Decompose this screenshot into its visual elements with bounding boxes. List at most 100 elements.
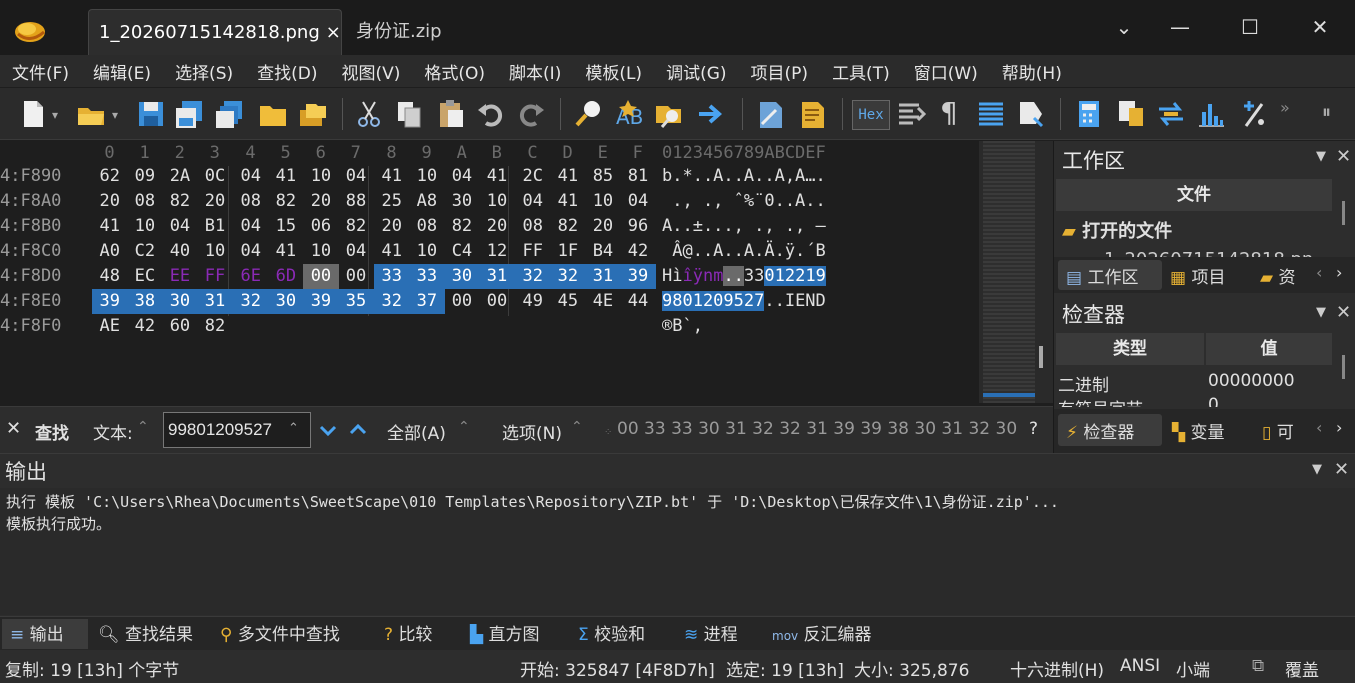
workspace-folders-icon[interactable] [298,98,328,130]
hex-byte[interactable]: 30 [162,289,198,314]
hex-byte[interactable]: 06 [303,214,339,239]
hex-text-row[interactable]: b.*..A..A..A,A…. [662,164,826,189]
status-mode[interactable]: 十六进制(H) [1010,656,1104,681]
redo-icon[interactable] [516,98,546,130]
menu-format[interactable]: 格式(O) [412,59,497,84]
hex-byte[interactable]: 32 [233,289,269,314]
workspace-scrollbar[interactable] [1342,201,1345,225]
hex-byte[interactable]: C2 [127,239,163,264]
tab-checksum[interactable]: Σ 校验和 [578,621,645,649]
hex-byte[interactable]: 60 [162,314,198,339]
hex-byte[interactable]: 00 [338,264,374,289]
folder-icon[interactable] [258,98,288,130]
menu-edit[interactable]: 编辑(E) [81,59,163,84]
menu-script[interactable]: 脚本(I) [497,59,573,84]
columns-icon[interactable] [976,98,1006,130]
hex-byte[interactable]: 33 [374,264,410,289]
hex-byte[interactable]: 41 [374,239,410,264]
highlight-icon[interactable] [1016,98,1046,130]
replace-icon[interactable]: AB [614,98,644,130]
hex-byte[interactable]: 41 [268,164,304,189]
project-tab[interactable]: ▦ 项目 [1170,263,1225,288]
cut-icon[interactable] [354,98,384,130]
close-tab-icon[interactable]: × [326,22,341,43]
output-menu-icon[interactable]: ▼ [1312,462,1322,477]
hex-byte[interactable]: 33 [409,264,445,289]
status-endian[interactable]: 小端 [1176,656,1210,681]
status-encoding[interactable]: ANSI [1120,656,1160,676]
tab-list-dropdown-icon[interactable]: ⌄ [1104,10,1144,44]
resource-tab[interactable]: ▰ 资 [1260,263,1295,288]
hex-byte[interactable]: 82 [338,214,374,239]
hex-byte[interactable]: 6D [268,264,304,289]
hex-byte[interactable]: 32 [550,264,586,289]
hex-byte[interactable]: EE [162,264,198,289]
hex-byte[interactable]: A0 [92,239,128,264]
show-whitespace-icon[interactable]: ¶ [940,96,958,129]
copy-icon[interactable] [394,98,424,130]
hex-byte[interactable]: 30 [268,289,304,314]
output-log[interactable]: 执行 模板 'C:\Users\Rhea\Documents\SweetScap… [0,488,1355,615]
inspector-scrollbar[interactable] [1342,355,1345,379]
inspector-close-icon[interactable]: ✕ [1336,302,1351,323]
find-help-icon[interactable]: ? [1029,419,1038,439]
hex-byte[interactable]: 2C [515,164,551,189]
tab-find-in-files[interactable]: ⚲ 多文件中查找 [220,621,340,649]
hex-byte[interactable]: EC [127,264,163,289]
find-close-icon[interactable]: ✕ [6,418,21,439]
status-overwrite[interactable]: 覆盖 [1285,656,1319,681]
goto-icon[interactable] [696,98,726,130]
hex-byte[interactable]: 85 [585,164,621,189]
hex-byte[interactable]: FF [197,264,233,289]
hex-byte[interactable]: 04 [444,164,480,189]
hex-byte[interactable]: 41 [479,164,515,189]
hex-byte[interactable]: 1F [550,239,586,264]
tab-active-file[interactable]: 1_20260715142818.png × [88,9,342,55]
hex-byte[interactable]: 08 [409,214,445,239]
find-next-icon[interactable] [318,420,338,440]
hex-byte[interactable]: 4E [585,289,621,314]
hex-byte[interactable]: 2A [162,164,198,189]
hex-byte[interactable]: 04 [162,214,198,239]
hex-byte[interactable]: 31 [197,289,233,314]
calculator-icon[interactable] [1074,98,1104,130]
find-icon[interactable] [574,98,604,130]
tab-histogram[interactable]: ▙ 直方图 [470,621,539,649]
hex-byte[interactable]: 04 [233,214,269,239]
hex-byte[interactable]: 82 [268,189,304,214]
hex-byte[interactable]: 10 [409,164,445,189]
run-template-icon[interactable] [756,98,786,130]
inspector-tab-scroll-left-icon[interactable]: ‹ [1316,418,1322,437]
hex-byte[interactable]: 41 [268,239,304,264]
hex-byte[interactable]: 10 [197,239,233,264]
hex-byte[interactable]: 82 [550,214,586,239]
hex-byte[interactable]: 00 [444,289,480,314]
hex-byte[interactable]: 82 [162,189,198,214]
hex-byte[interactable]: 41 [92,214,128,239]
hex-byte[interactable]: FF [515,239,551,264]
hex-byte[interactable]: 81 [620,164,656,189]
hex-byte[interactable]: 88 [338,189,374,214]
menu-template[interactable]: 模板(L) [573,59,654,84]
hex-byte[interactable]: 10 [409,239,445,264]
hex-byte[interactable]: 40 [162,239,198,264]
menu-file[interactable]: 文件(F) [0,59,81,84]
bookmarks-tab[interactable]: ▯ 可 [1262,418,1294,443]
variables-tab[interactable]: ▚ 变量 [1172,418,1224,443]
hex-byte[interactable]: 04 [233,239,269,264]
hex-operations-icon[interactable] [896,98,926,130]
hex-byte[interactable]: 82 [444,214,480,239]
inspector-row2-type[interactable]: 有符号字节 [1058,395,1143,407]
hex-byte[interactable]: 37 [409,289,445,314]
hex-byte[interactable]: 35 [338,289,374,314]
hex-byte[interactable]: 41 [550,189,586,214]
hex-byte[interactable]: 42 [127,314,163,339]
swap-icon[interactable] [1156,98,1186,130]
menu-debug[interactable]: 调试(G) [654,59,738,84]
hex-byte[interactable]: B4 [585,239,621,264]
new-file-icon[interactable] [18,98,48,130]
hex-byte[interactable]: 10 [127,214,163,239]
hex-byte[interactable]: 82 [197,314,233,339]
save-as-icon[interactable] [174,98,204,130]
hex-byte[interactable]: 09 [127,164,163,189]
